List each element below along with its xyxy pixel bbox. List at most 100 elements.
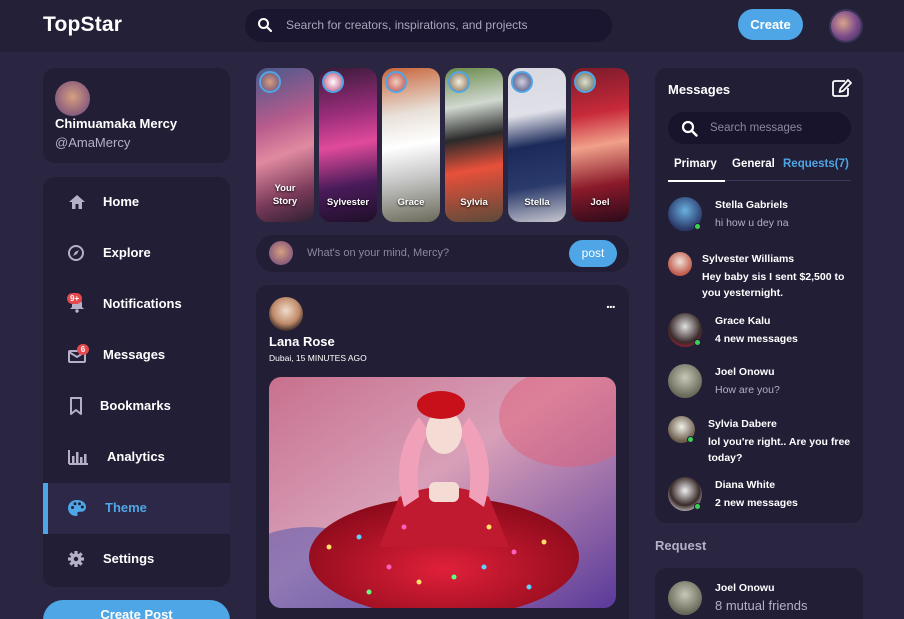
post-author-avatar[interactable] — [269, 297, 303, 331]
home-icon — [67, 193, 87, 211]
story-avatar — [574, 71, 596, 93]
message-search-input[interactable]: Search messages — [710, 122, 802, 134]
sidebar-item-bookmarks[interactable]: Bookmarks — [43, 381, 230, 432]
sidebar-item-label: Explore — [103, 245, 151, 260]
message-preview: Hey baby sis I sent $2,500 to you yester… — [702, 271, 845, 299]
messages-title: Messages — [668, 82, 731, 97]
stories-row: Your Story Sylvester Grace Sylvia Stella… — [256, 68, 629, 222]
story-name: Your Story — [256, 182, 314, 208]
compose-input[interactable]: What's on your mind, Mercy? — [307, 247, 449, 259]
compass-icon — [67, 244, 87, 262]
message-preview: lol you're right.. Are you free today? — [708, 436, 851, 464]
story-card[interactable]: Your Story — [256, 68, 314, 222]
messages-panel: Messages Search messages Primary General… — [655, 68, 863, 523]
sidebar-item-settings[interactable]: Settings — [43, 534, 230, 585]
sidebar-item-notifications[interactable]: 9+ Notifications — [43, 279, 230, 330]
sidebar-item-label: Notifications — [103, 296, 182, 311]
post-image[interactable] — [269, 377, 616, 608]
message-sender: Joel Onowu — [715, 366, 775, 378]
sidebar-item-label: Settings — [103, 551, 155, 566]
gear-icon — [67, 550, 87, 568]
sidebar-item-label: Theme — [105, 500, 147, 515]
story-card[interactable]: Stella — [508, 68, 566, 222]
online-indicator — [694, 503, 701, 510]
message-sender: Grace Kalu — [715, 315, 771, 327]
post-location-time: Dubai, 15 MINUTES AGO — [269, 353, 367, 363]
profile-name: Chimuamaka Mercy — [55, 116, 178, 131]
sidebar-item-explore[interactable]: Explore — [43, 228, 230, 279]
request-mutual-friends: 8 mutual friends — [715, 598, 808, 613]
sidebar-item-messages[interactable]: 6 Messages — [43, 330, 230, 381]
create-button[interactable]: Create — [738, 9, 803, 40]
message-avatar — [668, 252, 692, 276]
story-avatar — [448, 71, 470, 93]
online-indicator — [694, 339, 701, 346]
post-button[interactable]: post — [569, 240, 617, 267]
user-avatar[interactable] — [829, 9, 863, 43]
sidebar-menu: Home Explore 9+ Notifications 6 Messages… — [43, 177, 230, 587]
online-indicator — [687, 436, 694, 443]
story-avatar — [322, 71, 344, 93]
story-name: Joel — [590, 197, 610, 208]
story-avatar — [385, 71, 407, 93]
message-sender: Stella Gabriels — [715, 199, 788, 211]
request-avatar — [668, 581, 702, 615]
story-name-line2: Story — [272, 196, 298, 207]
story-name: Sylvia — [460, 197, 488, 208]
online-indicator — [694, 223, 701, 230]
message-sender: Sylvia Dabere — [708, 418, 777, 430]
message-preview: How are you? — [715, 384, 780, 396]
sidebar-item-label: Bookmarks — [100, 398, 171, 413]
message-tabs: Primary General Requests(7) — [668, 158, 851, 184]
story-card[interactable]: Sylvia — [445, 68, 503, 222]
requests-title: Request — [655, 538, 707, 553]
search-icon — [257, 17, 273, 38]
message-avatar — [668, 364, 702, 398]
palette-icon — [67, 499, 87, 517]
tab-general[interactable]: General — [732, 158, 775, 170]
request-name: Joel Onowu — [715, 582, 775, 594]
sidebar-item-label: Home — [103, 194, 140, 209]
sidebar-item-label: Analytics — [107, 449, 165, 464]
message-preview: hi how u dey na — [715, 217, 789, 229]
profile-avatar — [55, 81, 90, 116]
sidebar-item-theme[interactable]: Theme — [43, 483, 230, 534]
message-preview: 4 new messages — [715, 333, 798, 345]
message-preview: 2 new messages — [715, 497, 798, 509]
request-card[interactable]: Joel Onowu 8 mutual friends — [655, 568, 863, 619]
story-name: Stella — [524, 197, 550, 208]
app-logo[interactable]: TopStar — [43, 13, 122, 37]
profile-handle: @AmaMercy — [55, 135, 131, 150]
story-card[interactable]: Grace — [382, 68, 440, 222]
create-post-button[interactable]: Create Post — [43, 600, 230, 619]
message-sender: Sylvester Williams — [702, 253, 795, 265]
search-bar[interactable]: Search for creators, inspirations, and p… — [245, 9, 612, 42]
story-name: Grace — [397, 197, 425, 208]
compose-avatar — [269, 241, 293, 265]
story-avatar — [511, 71, 533, 93]
story-name: Sylvester — [326, 197, 370, 208]
sidebar-item-home[interactable]: Home — [43, 177, 230, 228]
story-card[interactable]: Sylvester — [319, 68, 377, 222]
chart-icon — [67, 448, 88, 466]
edit-icon[interactable] — [832, 79, 852, 102]
post-author-name[interactable]: Lana Rose — [269, 334, 335, 349]
feed-post: ... Lana Rose Dubai, 15 MINUTES AGO — [256, 285, 629, 619]
notifications-badge: 9+ — [67, 293, 83, 304]
tab-requests[interactable]: Requests(7) — [783, 158, 849, 170]
profile-card[interactable]: Chimuamaka Mercy @AmaMercy — [43, 68, 230, 163]
sidebar-item-analytics[interactable]: Analytics — [43, 432, 230, 483]
more-options-icon[interactable]: ... — [606, 295, 616, 311]
tab-primary[interactable]: Primary — [668, 158, 725, 182]
story-card[interactable]: Joel — [571, 68, 629, 222]
story-avatar — [259, 71, 281, 93]
message-sender: Diana White — [715, 479, 776, 491]
message-search[interactable]: Search messages — [668, 112, 851, 144]
top-nav: TopStar Search for creators, inspiration… — [0, 0, 904, 52]
search-icon — [681, 120, 698, 142]
story-name-line1: Your — [274, 183, 296, 194]
search-input[interactable]: Search for creators, inspirations, and p… — [286, 18, 527, 32]
sidebar-item-label: Messages — [103, 347, 166, 362]
compose-box: What's on your mind, Mercy? post — [256, 235, 629, 272]
bookmark-icon — [67, 397, 87, 415]
